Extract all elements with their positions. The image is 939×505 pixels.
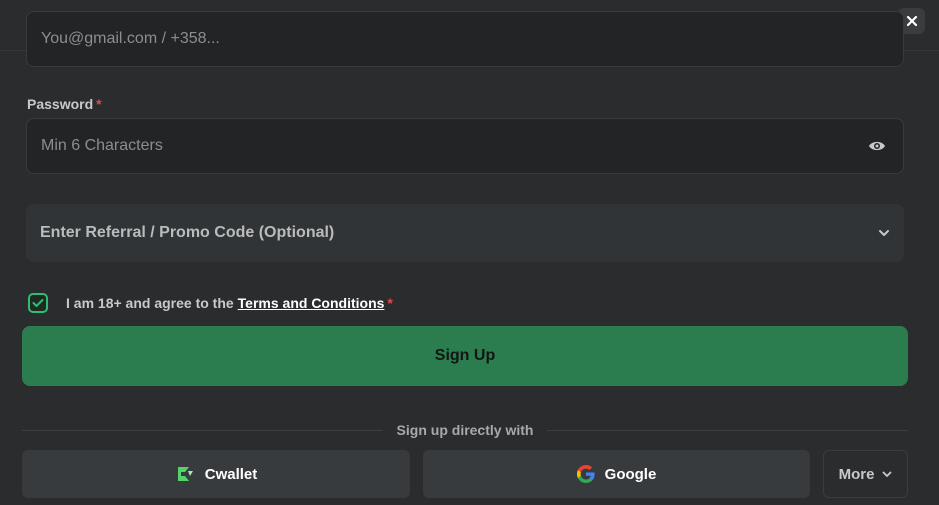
- email-field-wrapper: [26, 11, 904, 67]
- terms-row: I am 18+ and agree to the Terms and Condi…: [28, 291, 393, 315]
- chevron-down-icon: [879, 230, 889, 236]
- show-password-toggle[interactable]: [867, 136, 887, 156]
- promo-code-dropdown[interactable]: Enter Referral / Promo Code (Optional): [26, 204, 904, 262]
- cwallet-signup-button[interactable]: Cwallet: [22, 450, 410, 498]
- password-input[interactable]: [27, 119, 867, 173]
- terms-and-conditions-link[interactable]: Terms and Conditions: [238, 295, 385, 311]
- sign-up-label: Sign Up: [434, 347, 496, 364]
- divider-line-right: [547, 429, 908, 431]
- email-input[interactable]: [27, 12, 903, 66]
- social-divider-text: Sign up directly with: [396, 422, 534, 438]
- terms-required-mark: *: [387, 295, 393, 311]
- password-required-mark: *: [96, 96, 102, 112]
- cwallet-label: Cwallet: [204, 465, 258, 483]
- sign-up-button[interactable]: Sign Up: [22, 326, 908, 386]
- password-label-text: Password: [27, 96, 94, 112]
- chevron-down-icon: [883, 471, 892, 477]
- eye-icon: [869, 141, 885, 151]
- google-logo-icon: [576, 465, 595, 483]
- divider-line-left: [22, 429, 383, 431]
- promo-code-label: Enter Referral / Promo Code (Optional): [40, 224, 335, 241]
- cwallet-logo-icon: [177, 467, 193, 481]
- signup-modal: Password* Enter Referral / Promo Code (O…: [0, 0, 939, 505]
- password-field-wrapper: [26, 118, 904, 174]
- more-options-button[interactable]: More: [823, 450, 908, 498]
- terms-text: I am 18+ and agree to the Terms and Condi…: [66, 295, 393, 311]
- password-label: Password *: [27, 96, 102, 112]
- terms-checkbox[interactable]: [28, 293, 48, 313]
- more-label: More: [838, 465, 875, 483]
- google-signup-button[interactable]: Google: [423, 450, 810, 498]
- terms-statement: I am 18+ and agree to the: [66, 295, 234, 311]
- check-icon: [32, 299, 44, 307]
- more-chevron: [882, 471, 892, 478]
- google-label: Google: [604, 465, 657, 483]
- social-divider: Sign up directly with: [22, 420, 908, 440]
- close-icon: [906, 15, 917, 27]
